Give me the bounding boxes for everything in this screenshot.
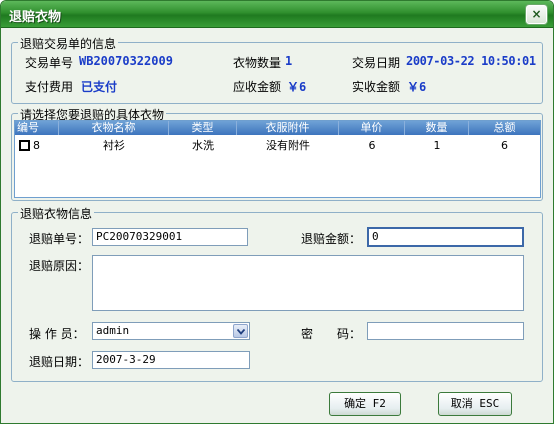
close-icon: × xyxy=(531,7,542,21)
items-table: 编号 衣物名称 类型 衣服附件 单价 数量 总额 8 衬衫 水洗 没有附件 6 … xyxy=(14,120,541,198)
table-header: 编号 衣物名称 类型 衣服附件 单价 数量 总额 xyxy=(15,121,540,135)
chevron-down-icon xyxy=(237,329,245,335)
receivable-value: ￥6 xyxy=(287,80,307,94)
received-value: ￥6 xyxy=(407,80,427,94)
date-input[interactable]: 2007-3-29 xyxy=(92,351,250,369)
refund-info-legend: 退赔衣物信息 xyxy=(18,205,95,222)
refund-amount-label: 退赔金额： xyxy=(301,232,362,246)
pay-label: 支付费用 xyxy=(25,80,74,94)
refund-amount-value: 0 xyxy=(372,230,379,243)
cell-id: 8 xyxy=(33,139,40,152)
reason-label: 退赔原因： xyxy=(29,259,90,273)
received-label: 实收金额 xyxy=(352,80,401,94)
receivable-label: 应收金额 xyxy=(233,80,282,94)
column-header-attachment[interactable]: 衣服附件 xyxy=(237,121,339,135)
row-checkbox[interactable] xyxy=(19,140,30,151)
password-label: 密 码： xyxy=(301,327,362,341)
cancel-button[interactable]: 取消 ESC xyxy=(438,392,512,416)
item-count-value: 1 xyxy=(285,54,293,68)
operator-select[interactable]: admin xyxy=(92,322,250,340)
operator-label: 操 作 员： xyxy=(29,327,85,341)
reason-textarea[interactable] xyxy=(92,255,524,311)
close-button[interactable]: × xyxy=(526,5,547,24)
window-title: 退赔衣物 xyxy=(9,10,62,25)
order-no-value: WB20070322009 xyxy=(79,54,173,68)
password-input[interactable] xyxy=(367,322,524,340)
column-header-name[interactable]: 衣物名称 xyxy=(59,121,169,135)
item-count-label: 衣物数量 xyxy=(233,56,282,70)
refund-dialog: 退赔衣物 × 退赔交易单的信息 交易单号 WB20070322009 衣物数量 … xyxy=(0,0,554,424)
title-bar[interactable]: 退赔衣物 × xyxy=(1,1,553,28)
trade-date-value: 2007-03-22 10:50:01 xyxy=(406,54,536,68)
column-header-price[interactable]: 单价 xyxy=(339,121,405,135)
column-header-qty[interactable]: 数量 xyxy=(405,121,469,135)
refund-no-label: 退赔单号： xyxy=(29,232,90,246)
ok-button[interactable]: 确定 F2 xyxy=(329,392,401,416)
column-header-total[interactable]: 总额 xyxy=(469,121,540,135)
order-no-label: 交易单号 xyxy=(25,56,74,70)
cell-type: 水洗 xyxy=(192,139,214,152)
cell-price: 6 xyxy=(368,139,376,152)
date-label: 退赔日期： xyxy=(29,355,90,369)
cell-total: 6 xyxy=(501,139,508,152)
column-header-id[interactable]: 编号 xyxy=(15,121,59,135)
table-row[interactable]: 8 衬衫 水洗 没有附件 6 1 6 xyxy=(15,139,540,155)
transaction-info-legend: 退赔交易单的信息 xyxy=(18,35,119,52)
cell-name: 衬衫 xyxy=(103,139,125,152)
refund-amount-input[interactable]: 0 xyxy=(367,227,524,247)
cell-qty: 1 xyxy=(433,139,441,152)
refund-no-input[interactable]: PC20070329001 xyxy=(92,228,248,246)
column-header-type[interactable]: 类型 xyxy=(169,121,237,135)
trade-date-label: 交易日期 xyxy=(352,56,401,70)
pay-status-value: 已支付 xyxy=(81,80,118,94)
operator-value: admin xyxy=(96,324,130,337)
dropdown-button[interactable] xyxy=(233,324,248,338)
cell-attachment: 没有附件 xyxy=(266,139,310,152)
